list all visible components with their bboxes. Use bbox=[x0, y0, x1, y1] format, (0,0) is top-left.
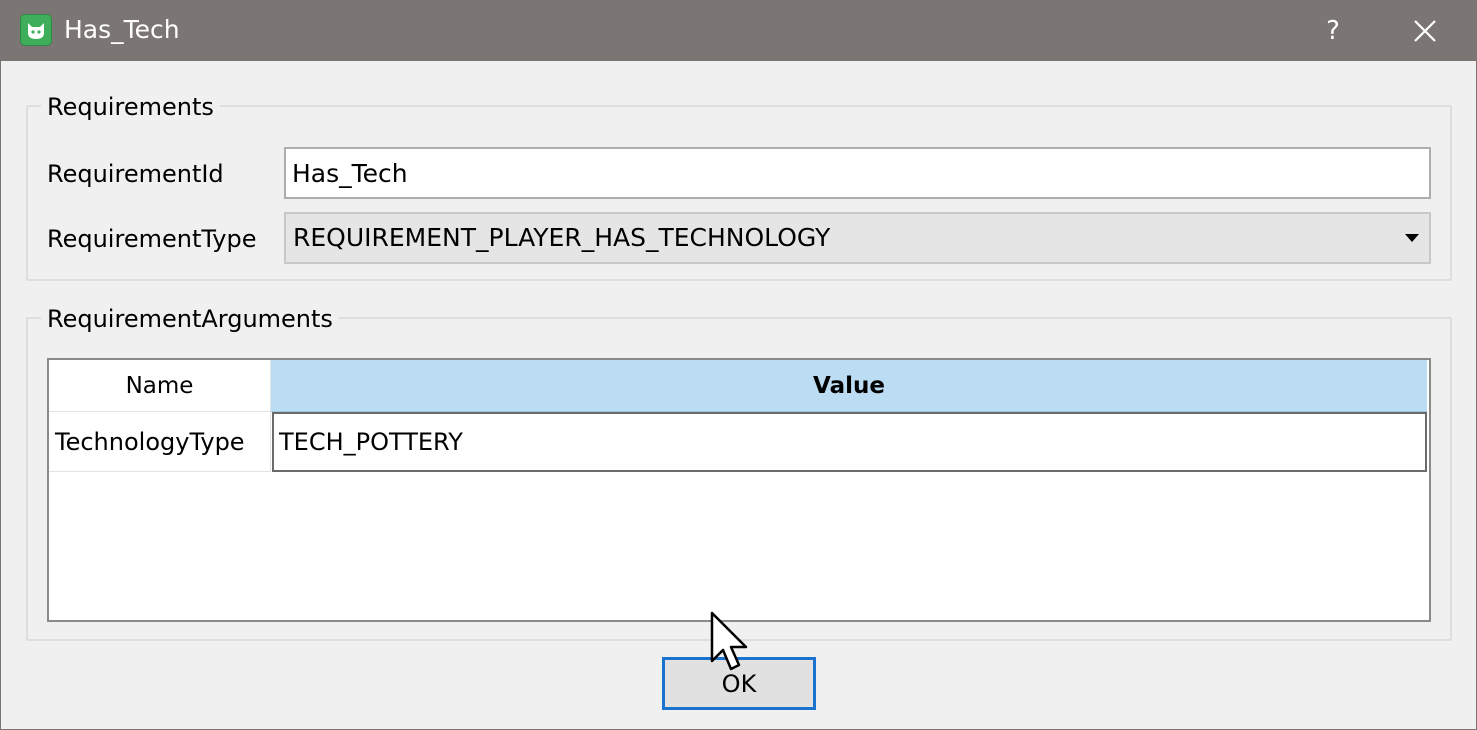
requirement-arguments-group-title: RequirementArguments bbox=[41, 304, 339, 334]
column-header-name[interactable]: Name bbox=[49, 360, 271, 412]
table-row-name-cell[interactable]: TechnologyType bbox=[49, 412, 271, 472]
requirement-id-label: RequirementId bbox=[47, 160, 224, 188]
arguments-table: Name Value TechnologyType bbox=[47, 358, 1431, 622]
requirement-type-label: RequirementType bbox=[47, 225, 257, 253]
title-bar[interactable]: Has_Tech ? bbox=[1, 1, 1477, 61]
column-header-value[interactable]: Value bbox=[271, 360, 1427, 412]
requirement-type-select[interactable]: REQUIREMENT_PLAYER_HAS_TECHNOLOGY bbox=[284, 212, 1431, 264]
close-icon bbox=[1414, 20, 1436, 42]
close-button[interactable] bbox=[1403, 9, 1447, 53]
app-cat-icon bbox=[20, 14, 52, 46]
dropdown-arrow-icon bbox=[1405, 234, 1419, 242]
dialog-window: Has_Tech ? Requirements RequirementId Re… bbox=[0, 0, 1477, 730]
requirement-type-value: REQUIREMENT_PLAYER_HAS_TECHNOLOGY bbox=[293, 223, 831, 252]
ok-button[interactable]: OK bbox=[662, 657, 816, 710]
window-title: Has_Tech bbox=[64, 15, 180, 44]
table-row-value-editor[interactable] bbox=[272, 412, 1427, 472]
requirements-group-title: Requirements bbox=[41, 92, 220, 122]
help-button[interactable]: ? bbox=[1313, 11, 1353, 51]
requirement-id-input[interactable] bbox=[284, 147, 1431, 199]
